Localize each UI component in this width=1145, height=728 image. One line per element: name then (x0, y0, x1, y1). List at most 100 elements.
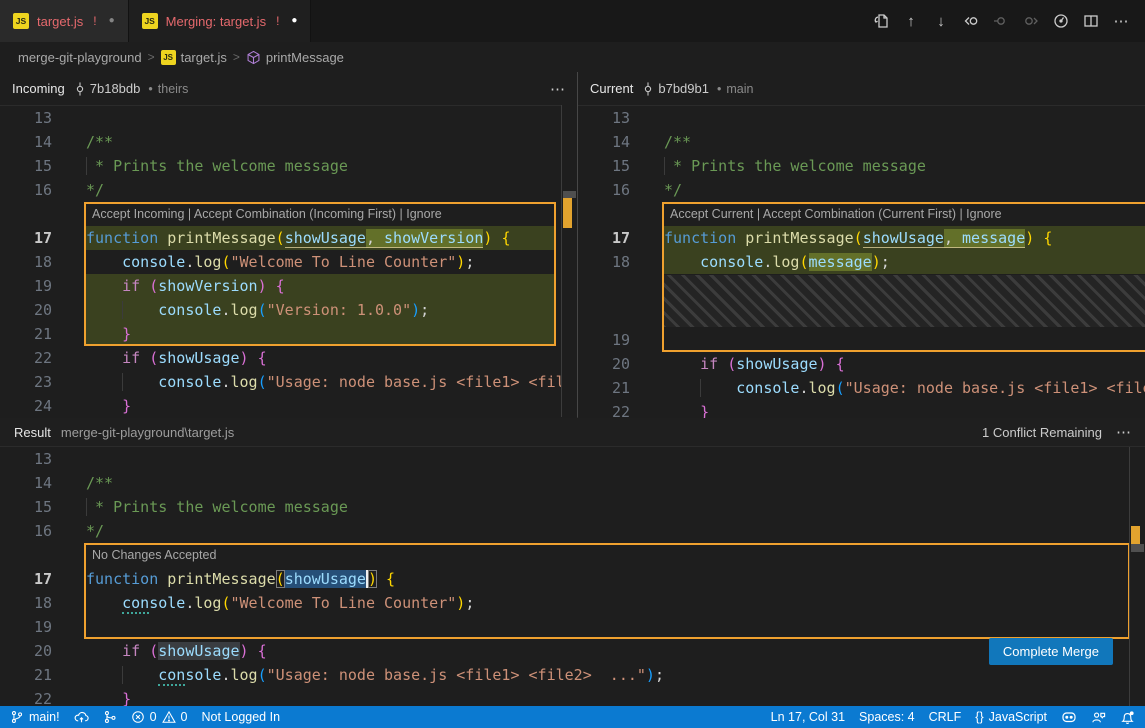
code-line[interactable]: 14/** (0, 130, 577, 154)
chevron-right-icon: > (233, 50, 240, 64)
pane-title: Incoming (12, 81, 65, 96)
git-merge-icon (103, 710, 117, 724)
code-line[interactable]: 19 (578, 328, 1145, 352)
ref-label: •theirs (148, 82, 188, 96)
merge-conflict-actions[interactable]: No Changes Accepted (0, 543, 1145, 567)
login-status-item[interactable]: Not Logged In (194, 706, 287, 728)
breadcrumb-folder[interactable]: merge-git-playground (18, 50, 142, 65)
code-line[interactable]: 14/** (578, 130, 1145, 154)
code-line[interactable]: 21 console.log("Usage: node base.js <fil… (578, 376, 1145, 400)
error-count: 0 (150, 710, 157, 724)
current-pane-header: Current b7bd9b1 •main ⋯ (578, 72, 1145, 105)
braces-icon: {} (975, 710, 983, 724)
breadcrumb-symbol[interactable]: printMessage (246, 50, 344, 65)
result-code-editor[interactable]: Complete Merge 1314/**15 * Prints the we… (0, 447, 1145, 706)
code-line[interactable]: 21 } (0, 322, 577, 346)
code-line[interactable]: 15 * Prints the welcome message (578, 154, 1145, 178)
status-bar: main! 0 0 Not Logged In Ln 17, Col 31 Sp… (0, 706, 1145, 728)
code-line[interactable]: 19 (0, 615, 1145, 639)
code-line[interactable]: 21 console.log("Usage: node base.js <fil… (0, 663, 1145, 687)
current-code-editor[interactable]: 1314/**15 * Prints the welcome message16… (578, 105, 1145, 418)
merge-input-panes: Incoming 7b18bdb •theirs ⋯ 1314/**15 * P… (0, 72, 1145, 417)
more-actions-icon[interactable]: ⋯ (550, 80, 565, 98)
tab-label: Merging: target.js (166, 14, 266, 29)
scrollbar-overview-ruler[interactable] (1129, 447, 1145, 706)
previous-conflict-icon[interactable] (959, 9, 983, 33)
branch-status-item[interactable]: main! (0, 706, 67, 728)
code-line[interactable]: 24 } (0, 394, 577, 418)
merge-conflict-actions[interactable]: Accept Incoming | Accept Combination (In… (0, 202, 577, 226)
tab-merging-target-js[interactable]: JS Merging: target.js ! ● (129, 0, 312, 42)
code-line[interactable]: 16*/ (578, 178, 1145, 202)
js-file-icon: JS (142, 13, 158, 29)
complete-merge-button[interactable]: Complete Merge (989, 638, 1113, 665)
code-line[interactable]: 13 (578, 106, 1145, 130)
code-line[interactable]: 14/** (0, 471, 1145, 495)
arrow-down-icon[interactable]: ↓ (929, 9, 953, 33)
dirty-dot-icon[interactable]: ● (291, 16, 297, 26)
line-number: 21 (0, 663, 52, 687)
split-editor-icon[interactable] (1079, 9, 1103, 33)
symbol-method-icon (246, 50, 261, 65)
language-mode-item[interactable]: {} JavaScript (968, 706, 1054, 728)
git-commit-icon (641, 82, 655, 96)
code-line[interactable]: 17function printMessage(showUsage, messa… (578, 226, 1145, 250)
previous-change-icon[interactable] (989, 9, 1013, 33)
line-number: 13 (0, 106, 52, 130)
deleted-lines-hatch (578, 274, 1145, 328)
code-line[interactable]: 20 if (showUsage) { (0, 639, 1145, 663)
dirty-dot-icon[interactable]: ● (109, 16, 115, 26)
code-line[interactable]: 17function printMessage(showUsage, showV… (0, 226, 577, 250)
code-line[interactable]: 15 * Prints the welcome message (0, 495, 1145, 519)
code-line[interactable]: 18 console.log("Welcome To Line Counter"… (0, 591, 1145, 615)
line-number: 20 (0, 639, 52, 663)
tab-target-js[interactable]: JS target.js ! ● (0, 0, 129, 42)
code-line[interactable]: 13 (0, 447, 1145, 471)
line-number: 19 (0, 274, 52, 298)
code-line[interactable]: 17function printMessage(showUsage) { (0, 567, 1145, 591)
scrollbar-overview-ruler[interactable] (561, 105, 577, 417)
indentation-item[interactable]: Spaces: 4 (852, 706, 922, 728)
incoming-code-editor[interactable]: 1314/**15 * Prints the welcome message16… (0, 105, 577, 418)
more-actions-icon[interactable]: ⋯ (1116, 423, 1131, 441)
code-line[interactable]: 19 if (showVersion) { (0, 274, 577, 298)
conflict-remaining-counter: 1 Conflict Remaining (982, 425, 1102, 440)
copilot-status-item[interactable] (1054, 706, 1084, 728)
code-line[interactable]: 23 console.log("Usage: node base.js <fil… (0, 370, 577, 394)
line-number: 16 (578, 178, 630, 202)
line-number: 14 (578, 130, 630, 154)
code-line[interactable]: 22 } (0, 687, 1145, 706)
code-line[interactable]: 22 if (showUsage) { (0, 346, 577, 370)
notifications-bell-icon[interactable] (1113, 706, 1145, 728)
merge-conflict-actions[interactable]: Accept Current | Accept Combination (Cur… (578, 202, 1145, 226)
code-line[interactable]: 18 console.log("Welcome To Line Counter"… (0, 250, 577, 274)
publish-status-item[interactable] (67, 706, 96, 728)
vscode-merge-editor: JS target.js ! ● JS Merging: target.js !… (0, 0, 1145, 728)
pane-title: Current (590, 81, 633, 96)
open-changes-icon[interactable] (869, 9, 893, 33)
more-actions-icon[interactable]: ⋯ (1109, 9, 1133, 33)
code-line[interactable]: 22 } (578, 400, 1145, 418)
open-base-icon[interactable] (1049, 9, 1073, 33)
arrow-up-icon[interactable]: ↑ (899, 9, 923, 33)
tab-conflict-badge: ! (276, 14, 279, 28)
code-line[interactable]: 15 * Prints the welcome message (0, 154, 577, 178)
line-number (578, 202, 630, 226)
cursor-position-item[interactable]: Ln 17, Col 31 (764, 706, 852, 728)
chevron-right-icon: > (148, 50, 155, 64)
code-line[interactable]: 16*/ (0, 178, 577, 202)
code-line[interactable]: 18 console.log(message); (578, 250, 1145, 274)
problems-status-item[interactable]: 0 0 (124, 706, 195, 728)
eol-item[interactable]: CRLF (922, 706, 969, 728)
merge-status-item[interactable] (96, 706, 124, 728)
line-number: 13 (578, 106, 630, 130)
line-number (0, 543, 52, 567)
next-change-icon[interactable] (1019, 9, 1043, 33)
feedback-status-item[interactable] (1084, 706, 1113, 728)
cloud-upload-icon (74, 710, 89, 725)
code-line[interactable]: 13 (0, 106, 577, 130)
code-line[interactable]: 20 console.log("Version: 1.0.0"); (0, 298, 577, 322)
breadcrumb-file[interactable]: JS target.js (161, 50, 227, 65)
code-line[interactable]: 20 if (showUsage) { (578, 352, 1145, 376)
code-line[interactable]: 16*/ (0, 519, 1145, 543)
